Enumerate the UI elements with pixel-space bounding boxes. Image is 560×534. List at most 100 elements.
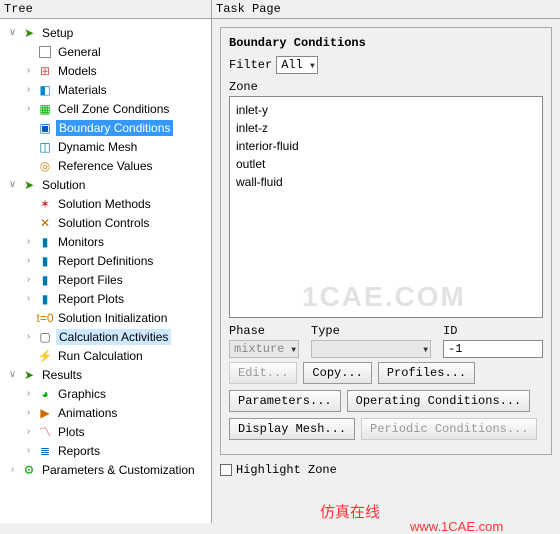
expand-icon[interactable]: › bbox=[23, 426, 34, 437]
expand-icon[interactable]: › bbox=[23, 274, 34, 285]
params-icon: ⚙ bbox=[21, 462, 37, 478]
tree-general[interactable]: General bbox=[2, 42, 209, 61]
zone-item[interactable]: interior-fluid bbox=[236, 137, 536, 155]
tree-animations[interactable]: › ▶ Animations bbox=[2, 403, 209, 422]
reportfiles-icon: ▮ bbox=[37, 272, 53, 288]
spacer bbox=[23, 217, 34, 228]
zone-label: Zone bbox=[229, 80, 543, 94]
task-page-title: Task Page bbox=[212, 0, 560, 19]
zone-item[interactable]: inlet-z bbox=[236, 119, 536, 137]
tree-plots[interactable]: › 〽 Plots bbox=[2, 422, 209, 441]
spacer bbox=[23, 350, 34, 361]
tree-sol-init[interactable]: t=0 Solution Initialization bbox=[2, 308, 209, 327]
tree-boundary-conditions[interactable]: › ▣ Boundary Conditions bbox=[2, 118, 209, 137]
filter-combo[interactable]: All bbox=[276, 56, 318, 74]
tree-monitors[interactable]: › ▮ Monitors bbox=[2, 232, 209, 251]
type-combo bbox=[311, 340, 431, 358]
phase-combo: mixture bbox=[229, 340, 299, 358]
spacer bbox=[23, 46, 34, 57]
calcact-icon: ▢ bbox=[37, 329, 53, 345]
zone-item[interactable]: wall-fluid bbox=[236, 173, 536, 191]
methods-icon: ✶ bbox=[37, 196, 53, 212]
filter-label: Filter bbox=[229, 58, 272, 72]
tree-solution-methods[interactable]: ✶ Solution Methods bbox=[2, 194, 209, 213]
periodic-button: Periodic Conditions... bbox=[361, 418, 537, 440]
edit-button: Edit... bbox=[229, 362, 297, 384]
graphics-icon: ◕ bbox=[37, 386, 53, 402]
tree-params[interactable]: › ⚙ Parameters & Customization bbox=[2, 460, 209, 479]
tree-report-def[interactable]: › ▮ Report Definitions bbox=[2, 251, 209, 270]
expand-icon[interactable]: › bbox=[23, 445, 34, 456]
checkbox-icon[interactable] bbox=[220, 464, 232, 476]
general-icon bbox=[37, 44, 53, 60]
expand-icon[interactable]: › bbox=[23, 236, 34, 247]
parameters-button[interactable]: Parameters... bbox=[229, 390, 341, 412]
boundary-icon: ▣ bbox=[37, 120, 53, 136]
expand-icon[interactable]: › bbox=[23, 255, 34, 266]
collapse-icon[interactable]: ∨ bbox=[7, 27, 18, 38]
bc-title: Boundary Conditions bbox=[229, 36, 543, 50]
expand-icon[interactable]: › bbox=[23, 293, 34, 304]
expand-icon[interactable]: › bbox=[23, 103, 34, 114]
tree-graphics[interactable]: › ◕ Graphics bbox=[2, 384, 209, 403]
tree-cell-zone[interactable]: › ▦ Cell Zone Conditions bbox=[2, 99, 209, 118]
spacer bbox=[23, 141, 34, 152]
highlight-zone-checkbox[interactable]: Highlight Zone bbox=[220, 463, 552, 477]
phase-label: Phase bbox=[229, 324, 299, 338]
tree-run-calc[interactable]: ⚡ Run Calculation bbox=[2, 346, 209, 365]
tree-reports[interactable]: › ≣ Reports bbox=[2, 441, 209, 460]
expand-icon[interactable]: › bbox=[7, 464, 18, 475]
collapse-icon[interactable]: ∨ bbox=[7, 369, 18, 380]
watermark-cn: 仿真在线 bbox=[320, 501, 380, 522]
button-area: Edit... Copy... Profiles... Parameters..… bbox=[229, 362, 543, 440]
boundary-conditions-group: Boundary Conditions Filter All Zone inle… bbox=[220, 27, 552, 455]
plots-icon: 〽 bbox=[37, 424, 53, 440]
anim-icon: ▶ bbox=[37, 405, 53, 421]
spacer bbox=[23, 160, 34, 171]
collapse-icon[interactable]: ∨ bbox=[7, 179, 18, 190]
tree-dynamic-mesh[interactable]: ◫ Dynamic Mesh bbox=[2, 137, 209, 156]
display-mesh-button[interactable]: Display Mesh... bbox=[229, 418, 355, 440]
reportplots-icon: ▮ bbox=[37, 291, 53, 307]
tree-report-plots[interactable]: › ▮ Report Plots bbox=[2, 289, 209, 308]
tree-models[interactable]: › ⊞ Models bbox=[2, 61, 209, 80]
tree-setup[interactable]: ∨ ➤ Setup bbox=[2, 23, 209, 42]
cell-zone-icon: ▦ bbox=[37, 101, 53, 117]
models-icon: ⊞ bbox=[37, 63, 53, 79]
tree-view[interactable]: ∨ ➤ Setup General › ⊞ Models › ◧ Materia… bbox=[0, 19, 211, 523]
tree-solution-controls[interactable]: ✕ Solution Controls bbox=[2, 213, 209, 232]
zone-item[interactable]: outlet bbox=[236, 155, 536, 173]
refval-icon: ◎ bbox=[37, 158, 53, 174]
expand-icon[interactable]: › bbox=[23, 331, 34, 342]
tree-pane: Tree ∨ ➤ Setup General › ⊞ Models › ◧ Ma… bbox=[0, 0, 212, 523]
tree-materials[interactable]: › ◧ Materials bbox=[2, 80, 209, 99]
task-page: Task Page 1CAE.COM Boundary Conditions F… bbox=[212, 0, 560, 523]
materials-icon: ◧ bbox=[37, 82, 53, 98]
tree-report-files[interactable]: › ▮ Report Files bbox=[2, 270, 209, 289]
expand-icon[interactable]: › bbox=[23, 122, 34, 133]
highlight-label: Highlight Zone bbox=[236, 463, 337, 477]
zone-list[interactable]: inlet-y inlet-z interior-fluid outlet wa… bbox=[229, 96, 543, 318]
profiles-button[interactable]: Profiles... bbox=[378, 362, 475, 384]
id-label: ID bbox=[443, 324, 543, 338]
expand-icon[interactable]: › bbox=[23, 388, 34, 399]
reports-icon: ≣ bbox=[37, 443, 53, 459]
tree-solution[interactable]: ∨ ➤ Solution bbox=[2, 175, 209, 194]
watermark-url: www.1CAE.com bbox=[410, 519, 503, 534]
tree-results[interactable]: ∨ ➤ Results bbox=[2, 365, 209, 384]
spacer bbox=[23, 312, 34, 323]
op-cond-button[interactable]: Operating Conditions... bbox=[347, 390, 531, 412]
setup-icon: ➤ bbox=[21, 25, 37, 41]
type-label: Type bbox=[311, 324, 431, 338]
expand-icon[interactable]: › bbox=[23, 84, 34, 95]
zone-item[interactable]: inlet-y bbox=[236, 101, 536, 119]
copy-button[interactable]: Copy... bbox=[303, 362, 371, 384]
dynmesh-icon: ◫ bbox=[37, 139, 53, 155]
id-field[interactable]: -1 bbox=[443, 340, 543, 358]
tree-ref-values[interactable]: ◎ Reference Values bbox=[2, 156, 209, 175]
controls-icon: ✕ bbox=[37, 215, 53, 231]
expand-icon[interactable]: › bbox=[23, 407, 34, 418]
tree-pane-title: Tree bbox=[0, 0, 211, 19]
expand-icon[interactable]: › bbox=[23, 65, 34, 76]
tree-calc-activities[interactable]: › ▢ Calculation Activities bbox=[2, 327, 209, 346]
